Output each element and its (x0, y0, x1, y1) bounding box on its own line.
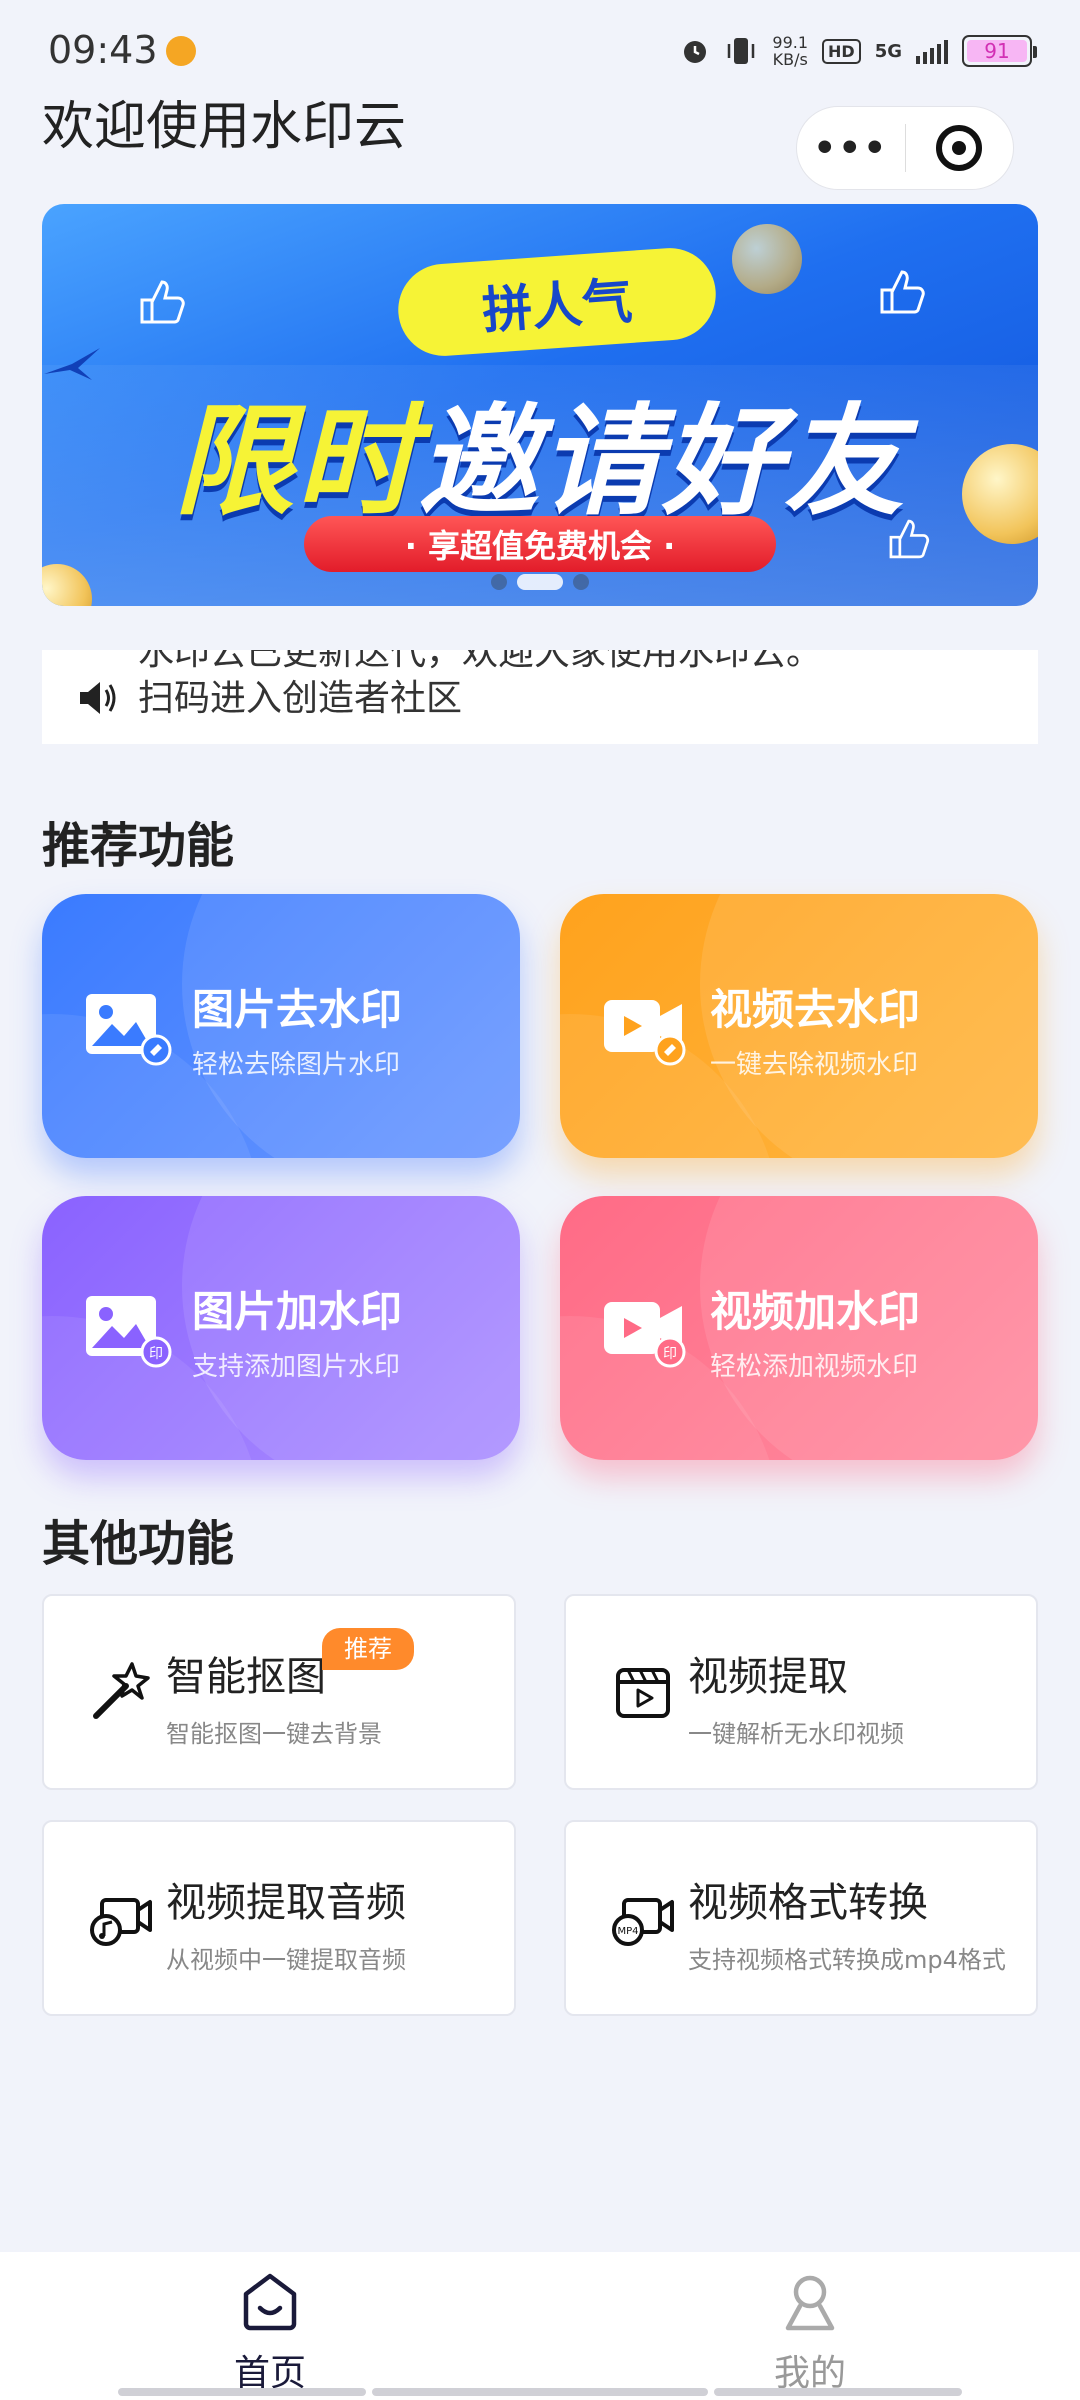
bottom-tab-bar: 首页 我的 (0, 2252, 1080, 2400)
notice-text: 水印云已更新迭代，欢迎大家使用水印云。 扫码进入创造者社区 (138, 650, 823, 719)
home-indicator (118, 2388, 366, 2396)
other-title: 视频提取 (688, 1654, 848, 1700)
feature-card-video-add[interactable]: 印 视频加水印 轻松添加视频水印 (560, 1196, 1038, 1460)
video-add-watermark-icon: 印 (604, 1302, 686, 1368)
magic-wand-icon (93, 1662, 150, 1719)
status-time: 09:43 (48, 28, 158, 72)
section-title-recommended: 推荐功能 (42, 818, 235, 874)
battery-icon: 91 (962, 35, 1037, 67)
recommend-badge: 推荐 (322, 1628, 414, 1670)
banner-headline: 限时邀请好友 (174, 393, 906, 532)
other-title: 视频提取音频 (166, 1880, 406, 1926)
svg-text:MP4: MP4 (617, 1926, 638, 1937)
home-indicator (714, 2388, 962, 2396)
svg-text:印: 印 (663, 1346, 677, 1362)
other-subtitle: 支持视频格式转换成mp4格式 (688, 1946, 1006, 1974)
close-mini-program-button[interactable] (906, 125, 1014, 171)
hd-badge: HD (822, 38, 861, 64)
image-remove-icon (86, 994, 172, 1066)
feature-subtitle: 轻松添加视频水印 (710, 1352, 919, 1382)
other-card-video-extract[interactable]: 视频提取 一键解析无水印视频 (564, 1594, 1038, 1790)
other-subtitle: 一键解析无水印视频 (688, 1720, 904, 1748)
banner-dot-active[interactable] (517, 574, 563, 590)
user-icon (785, 2275, 835, 2331)
net-speed: 99.1 KB/s (772, 33, 809, 69)
mini-program-capsule: ••• (796, 106, 1014, 190)
other-subtitle: 从视频中一键提取音频 (166, 1946, 406, 1974)
thumbs-up-icon (880, 270, 925, 314)
more-menu-button[interactable]: ••• (797, 128, 905, 169)
video-audio-icon (90, 1898, 152, 1946)
tab-mine[interactable]: 我的 (710, 2270, 910, 2396)
other-card-extract-audio[interactable]: 视频提取音频 从视频中一键提取音频 (42, 1820, 516, 2016)
other-card-format-convert[interactable]: MP4 视频格式转换 支持视频格式转换成mp4格式 (564, 1820, 1038, 2016)
tab-home[interactable]: 首页 (170, 2270, 370, 2396)
banner-dot[interactable] (573, 574, 589, 590)
feature-card-image-add[interactable]: 印 图片加水印 支持添加图片水印 (42, 1196, 520, 1460)
video-mp4-icon: MP4 (612, 1898, 674, 1946)
other-card-smart-cutout[interactable]: 智能抠图 智能抠图一键去背景 推荐 (42, 1594, 516, 1790)
alarm-icon (684, 41, 707, 63)
app-notification-icon (166, 36, 196, 66)
thumbs-up-icon (140, 280, 185, 324)
section-title-other: 其他功能 (42, 1516, 235, 1572)
banner-pagination (42, 574, 1038, 590)
target-icon (936, 125, 983, 171)
home-indicator (372, 2388, 708, 2396)
page-title: 欢迎使用水印云 (42, 97, 407, 157)
feature-title: 图片加水印 (192, 1287, 403, 1336)
signal-icon (916, 40, 948, 64)
feature-subtitle: 轻松去除图片水印 (192, 1050, 401, 1080)
speaker-icon (80, 682, 116, 714)
promo-banner[interactable]: 拼人气 限时邀请好友 · 享超值免费机会 · (42, 204, 1038, 606)
home-icon (243, 2273, 297, 2331)
vibrate-icon (728, 38, 755, 64)
feature-title: 图片去水印 (192, 985, 403, 1034)
feature-title: 视频去水印 (710, 985, 921, 1034)
banner-subline: · 享超值免费机会 · (304, 516, 776, 572)
banner-dot[interactable] (491, 574, 507, 590)
coin-icon (732, 224, 802, 294)
feature-card-video-remove[interactable]: 视频去水印 一键去除视频水印 (560, 894, 1038, 1158)
network-label: 5G (874, 40, 902, 62)
other-title: 智能抠图 (166, 1654, 326, 1700)
feature-subtitle: 支持添加图片水印 (192, 1352, 401, 1382)
video-clapper-icon (616, 1668, 670, 1718)
image-add-watermark-icon: 印 (86, 1296, 172, 1368)
feature-subtitle: 一键去除视频水印 (710, 1050, 919, 1080)
status-right: 99.1 KB/s HD 5G 91 (680, 33, 1037, 69)
banner-tag: 拼人气 (395, 245, 719, 359)
other-title: 视频格式转换 (688, 1880, 928, 1926)
other-subtitle: 智能抠图一键去背景 (166, 1720, 382, 1748)
svg-text:印: 印 (149, 1346, 163, 1362)
feature-title: 视频加水印 (710, 1287, 921, 1336)
notice-bar[interactable]: 水印云已更新迭代，欢迎大家使用水印云。 扫码进入创造者社区 (42, 650, 1038, 744)
feature-card-image-remove[interactable]: 图片去水印 轻松去除图片水印 (42, 894, 520, 1158)
battery-level: 91 (967, 40, 1027, 62)
video-remove-icon (604, 1000, 686, 1066)
